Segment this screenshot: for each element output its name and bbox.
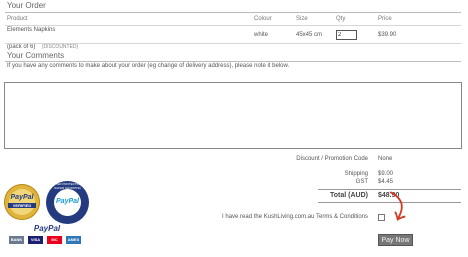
shipping-value: $9.00 — [378, 171, 394, 177]
col-product: Product — [7, 16, 28, 22]
shipping-label: Shipping — [344, 171, 368, 177]
product-colour: white — [254, 32, 269, 38]
product-pack: (pack of 6) — [7, 44, 36, 50]
gst-label: GST — [355, 179, 368, 185]
bank-card-icon: BANK — [9, 236, 24, 244]
pay-now-button[interactable]: Pay Now — [378, 234, 413, 246]
total-label: Total (AUD) — [330, 192, 368, 199]
discount-label: Discount / Promotion Code — [296, 156, 368, 162]
col-size: Size — [296, 16, 308, 22]
comments-textarea[interactable] — [4, 82, 462, 149]
seal-verified-text: VERIFIED — [8, 203, 36, 208]
paypal-verified-seal: PayPal VERIFIED — [4, 184, 40, 220]
seal-inner-icon — [9, 189, 35, 215]
col-colour: Colour — [254, 16, 272, 22]
product-price: $39.90 — [378, 32, 397, 38]
order-divider-header — [5, 25, 461, 26]
buyer-protection-seal: BUYER PROTECTION · SAFER SHOPPING PayPal — [46, 181, 89, 224]
order-divider-top — [5, 12, 461, 13]
order-title: Your Order — [7, 1, 46, 10]
gst-value: $4.45 — [378, 179, 394, 185]
mastercard-icon: MC — [47, 236, 62, 244]
discount-value: None — [378, 156, 393, 162]
order-divider-bottom — [5, 43, 461, 44]
seal-paypal-text: PayPal — [10, 194, 34, 201]
col-qty: Qty — [336, 16, 346, 22]
qty-input[interactable] — [336, 30, 357, 40]
amex-card-icon: AMEX — [66, 236, 81, 244]
paypal-acceptance-strip: PayPal BANK VISA MC AMEX — [6, 224, 88, 248]
product-size: 45x45 cm — [296, 32, 323, 38]
strip-paypal-text: PayPal — [33, 224, 61, 233]
protection-paypal-text: PayPal — [56, 198, 79, 205]
comments-divider — [5, 61, 461, 62]
visa-card-icon: VISA — [28, 236, 43, 244]
comments-title: Your Comments — [7, 51, 65, 60]
product-name: Elements Napkins — [7, 27, 56, 33]
terms-label: I have read the KushLiving.com.au Terms … — [222, 214, 368, 220]
discount-tag: (DISCOUNTED) — [41, 44, 79, 50]
col-price: Price — [378, 16, 392, 22]
comments-instructions: If you have any comments to make about y… — [7, 63, 290, 69]
